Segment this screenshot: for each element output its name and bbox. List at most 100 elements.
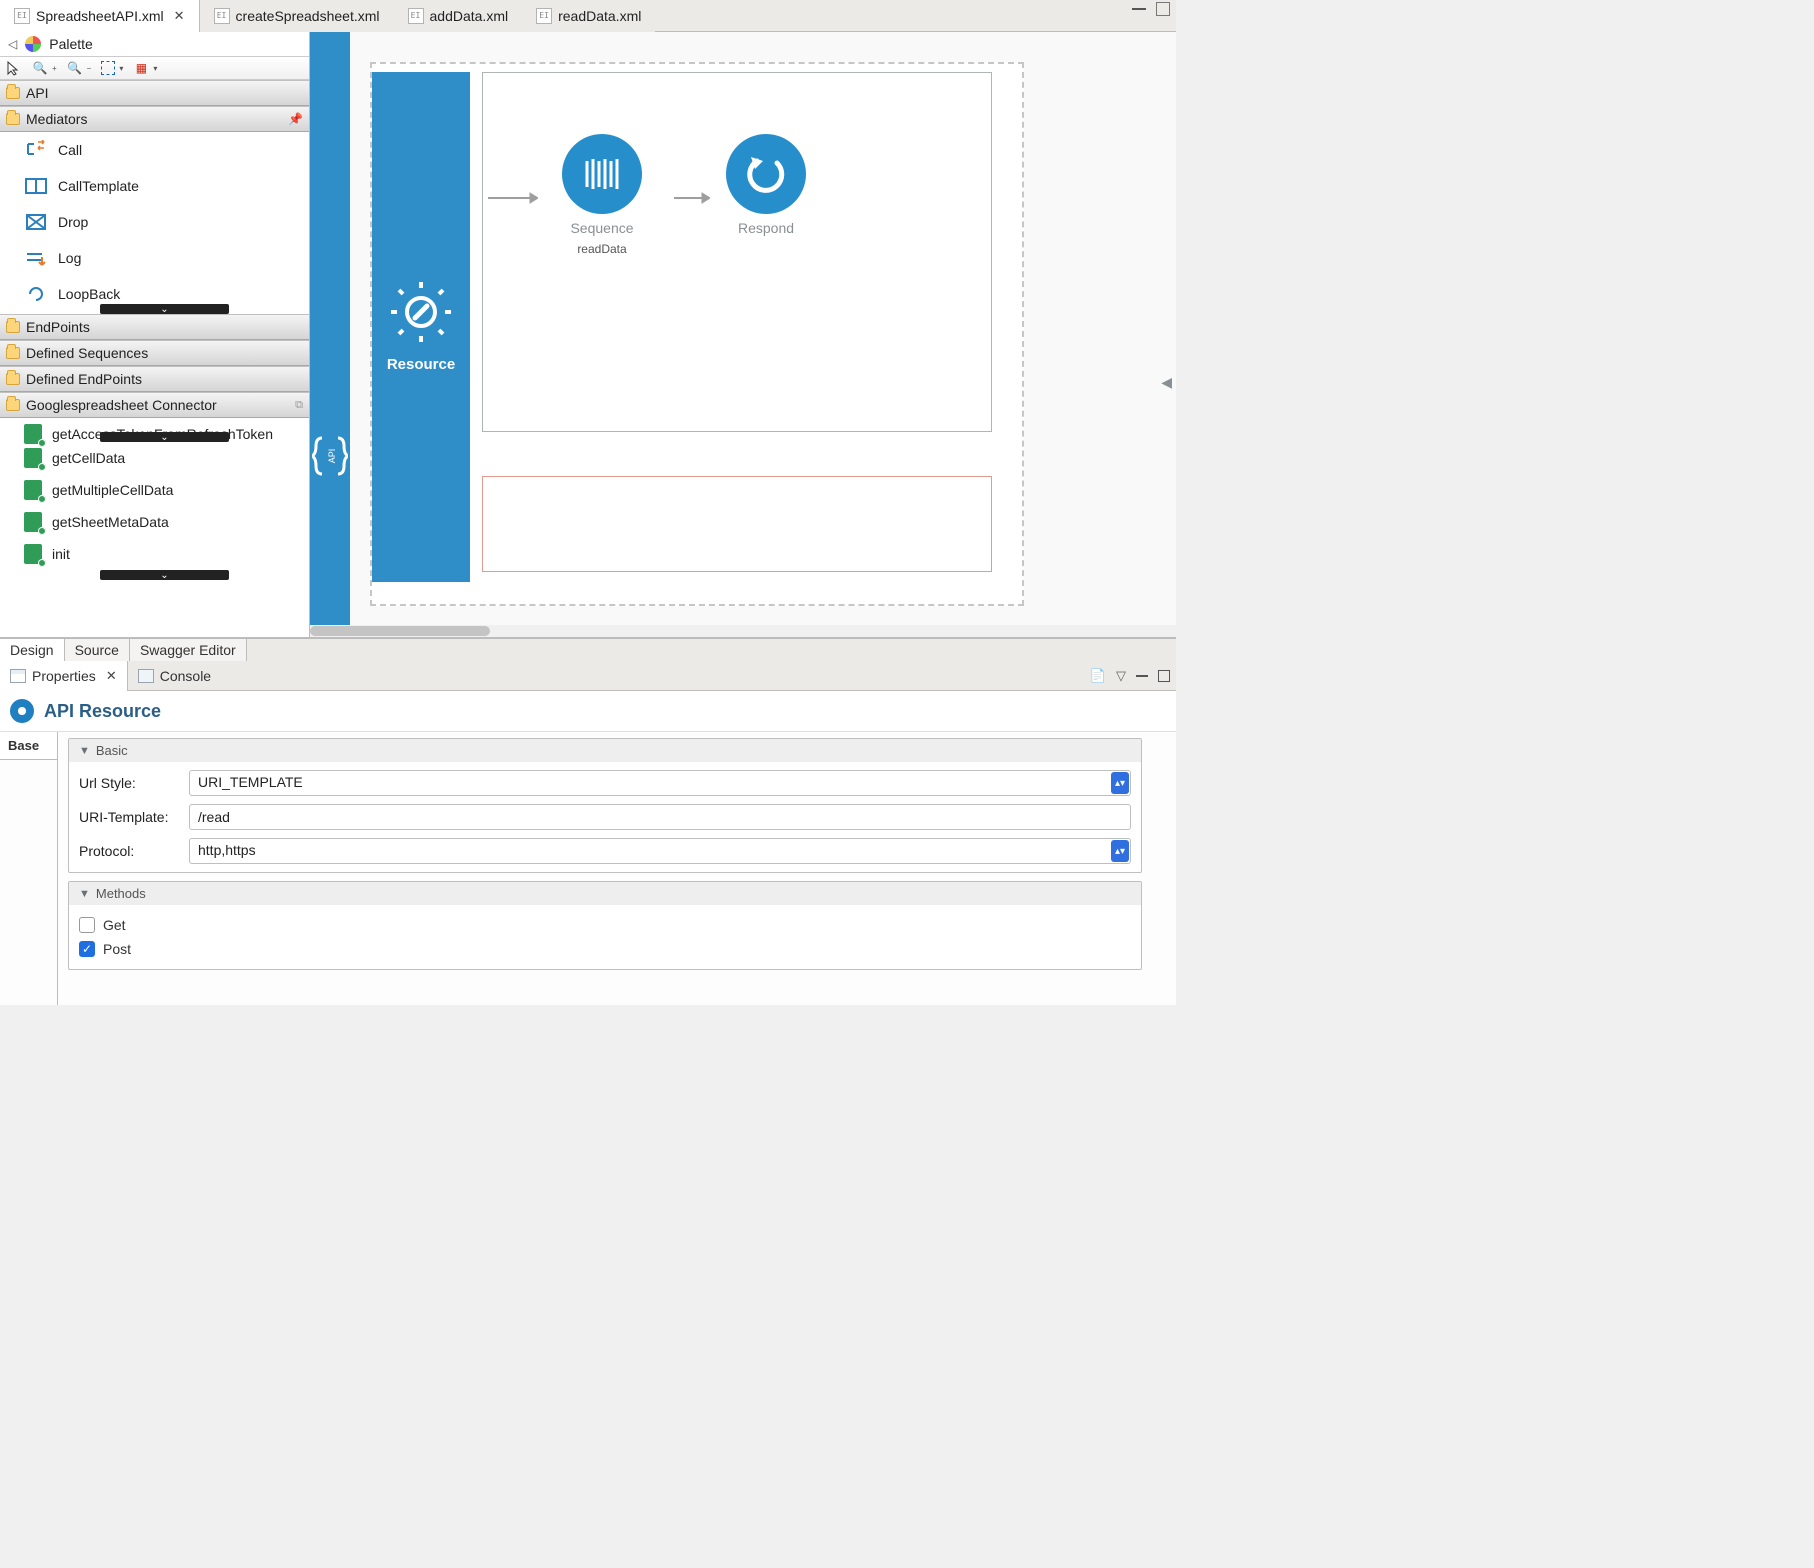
marquee-icon[interactable] — [101, 61, 115, 75]
category-label: Googlespreadsheet Connector — [26, 397, 217, 413]
properties-side-tabs: Base — [0, 732, 58, 1005]
dropdown-icon[interactable]: ▴▾ — [1111, 840, 1129, 862]
url-style-value: URI_TEMPLATE — [189, 770, 1131, 796]
editor-tab-create-spreadsheet[interactable]: EI createSpreadsheet.xml — [200, 0, 394, 32]
section-header-basic[interactable]: ▼ Basic — [69, 739, 1141, 762]
maximize-icon[interactable] — [1156, 2, 1170, 16]
link-icon[interactable]: ⧉ — [295, 399, 303, 412]
uri-template-input[interactable] — [189, 804, 1131, 830]
back-icon[interactable]: ◁ — [8, 37, 17, 51]
mediator-drop[interactable]: Drop — [0, 204, 309, 240]
respond-node[interactable]: Respond — [726, 134, 806, 236]
new-view-icon[interactable]: 📄 — [1090, 668, 1106, 684]
method-post-checkbox[interactable]: ✓ — [79, 941, 95, 957]
item-label: getSheetMetaData — [52, 514, 169, 530]
palette-panel: ◁ Palette 🔍+ 🔍− ▾ ▦▾ API Mediators 📌 — [0, 32, 310, 637]
mode-tab-design[interactable]: Design — [0, 639, 65, 661]
ei-file-icon: EI — [14, 8, 30, 24]
design-canvas[interactable]: API Resource — [310, 32, 1176, 637]
in-sequence-box[interactable] — [482, 72, 992, 432]
method-get-checkbox[interactable] — [79, 917, 95, 933]
svg-text:API: API — [327, 449, 337, 464]
connector-op-icon — [24, 448, 42, 468]
connector-get-multiple-cell-data[interactable]: getMultipleCellData — [0, 474, 309, 506]
sequence-icon — [562, 134, 642, 214]
mediator-call[interactable]: Call — [0, 132, 309, 168]
view-tab-label: Properties — [32, 668, 96, 684]
api-resource-icon — [10, 699, 34, 723]
folder-icon — [6, 321, 20, 333]
tab-label: readData.xml — [558, 8, 641, 24]
protocol-select[interactable]: http,https ▴▾ — [189, 838, 1131, 864]
api-container[interactable]: API — [310, 32, 350, 625]
scroll-grip[interactable]: ⌄ — [100, 570, 229, 580]
category-label: EndPoints — [26, 319, 90, 335]
mediator-call-template[interactable]: CallTemplate — [0, 168, 309, 204]
log-icon — [24, 248, 48, 268]
tab-label: SpreadsheetAPI.xml — [36, 8, 164, 24]
dropdown-icon[interactable]: ▴▾ — [1111, 772, 1129, 794]
palette-category-google-connector[interactable]: Googlespreadsheet Connector ⧉ — [0, 392, 309, 418]
out-sequence-box[interactable] — [482, 476, 992, 572]
view-menu-icon[interactable]: ▽ — [1116, 668, 1126, 684]
collapse-icon[interactable]: ◀ — [1161, 374, 1172, 391]
close-icon[interactable]: ✕ — [174, 8, 185, 24]
minimize-icon[interactable] — [1132, 2, 1146, 10]
scroll-grip[interactable]: ⌄ — [100, 304, 229, 314]
pin-icon[interactable]: 📌 — [288, 112, 303, 126]
scrollbar-thumb[interactable] — [310, 626, 490, 636]
editor-tab-read-data[interactable]: EI readData.xml — [522, 0, 655, 32]
side-tab-base[interactable]: Base — [0, 732, 57, 760]
tab-label: createSpreadsheet.xml — [236, 8, 380, 24]
ei-file-icon: EI — [408, 8, 424, 24]
maximize-view-icon[interactable] — [1158, 670, 1170, 682]
palette-category-endpoints[interactable]: EndPoints — [0, 314, 309, 340]
pointer-tool-icon[interactable] — [6, 60, 22, 76]
section-header-methods[interactable]: ▼ Methods — [69, 882, 1141, 905]
horizontal-scrollbar[interactable] — [310, 625, 1176, 637]
minimize-view-icon[interactable] — [1136, 675, 1148, 677]
connector-init[interactable]: init — [0, 538, 309, 570]
mode-tab-swagger[interactable]: Swagger Editor — [130, 639, 247, 661]
console-icon — [138, 669, 154, 683]
zoom-in-icon[interactable]: 🔍 — [32, 60, 48, 76]
item-label: init — [52, 546, 70, 562]
layout-tool-icon[interactable]: ▦ — [133, 60, 149, 76]
resource-label: Resource — [387, 356, 455, 373]
item-label: Drop — [58, 214, 88, 230]
close-icon[interactable]: ✕ — [106, 668, 117, 684]
zoom-out-icon[interactable]: 🔍 — [67, 60, 83, 76]
window-controls — [1132, 2, 1170, 16]
view-toolbar: 📄 ▽ — [1090, 668, 1170, 684]
view-tab-properties[interactable]: Properties ✕ — [0, 661, 128, 691]
view-tab-console[interactable]: Console — [128, 661, 221, 691]
editor-tab-spreadsheet-api[interactable]: EI SpreadsheetAPI.xml ✕ — [0, 0, 200, 32]
palette-title: Palette — [49, 36, 93, 52]
upper-pane: ◁ Palette 🔍+ 🔍− ▾ ▦▾ API Mediators 📌 — [0, 32, 1176, 638]
api-icon: API — [312, 434, 348, 478]
palette-category-mediators[interactable]: Mediators 📌 — [0, 106, 309, 132]
mode-tab-source[interactable]: Source — [65, 639, 130, 661]
url-style-label: Url Style: — [79, 775, 189, 791]
connector-op-icon — [24, 424, 42, 444]
palette-category-defined-endpoints[interactable]: Defined EndPoints — [0, 366, 309, 392]
connector-get-cell-data[interactable]: getCellData — [0, 442, 309, 474]
palette-category-api[interactable]: API — [0, 80, 309, 106]
tab-label: addData.xml — [430, 8, 509, 24]
editor-tab-add-data[interactable]: EI addData.xml — [394, 0, 523, 32]
item-label: getCellData — [52, 450, 125, 466]
connector-get-sheet-metadata[interactable]: getSheetMetaData — [0, 506, 309, 538]
properties-title: API Resource — [44, 701, 161, 722]
method-get-label: Get — [103, 917, 126, 933]
mediator-loopback[interactable]: LoopBack — [0, 276, 309, 304]
resource-block[interactable]: Resource — [372, 72, 470, 582]
palette-category-defined-sequences[interactable]: Defined Sequences — [0, 340, 309, 366]
category-label: Defined Sequences — [26, 345, 148, 361]
protocol-label: Protocol: — [79, 843, 189, 859]
connector-op-icon — [24, 544, 42, 564]
connector-op-icon — [24, 512, 42, 532]
mediator-log[interactable]: Log — [0, 240, 309, 276]
sequence-node[interactable]: Sequence readData — [562, 134, 642, 256]
connector-items: getAccessTokenFromRefreshToken ⌄ getCell… — [0, 418, 309, 580]
url-style-select[interactable]: URI_TEMPLATE ▴▾ — [189, 770, 1131, 796]
